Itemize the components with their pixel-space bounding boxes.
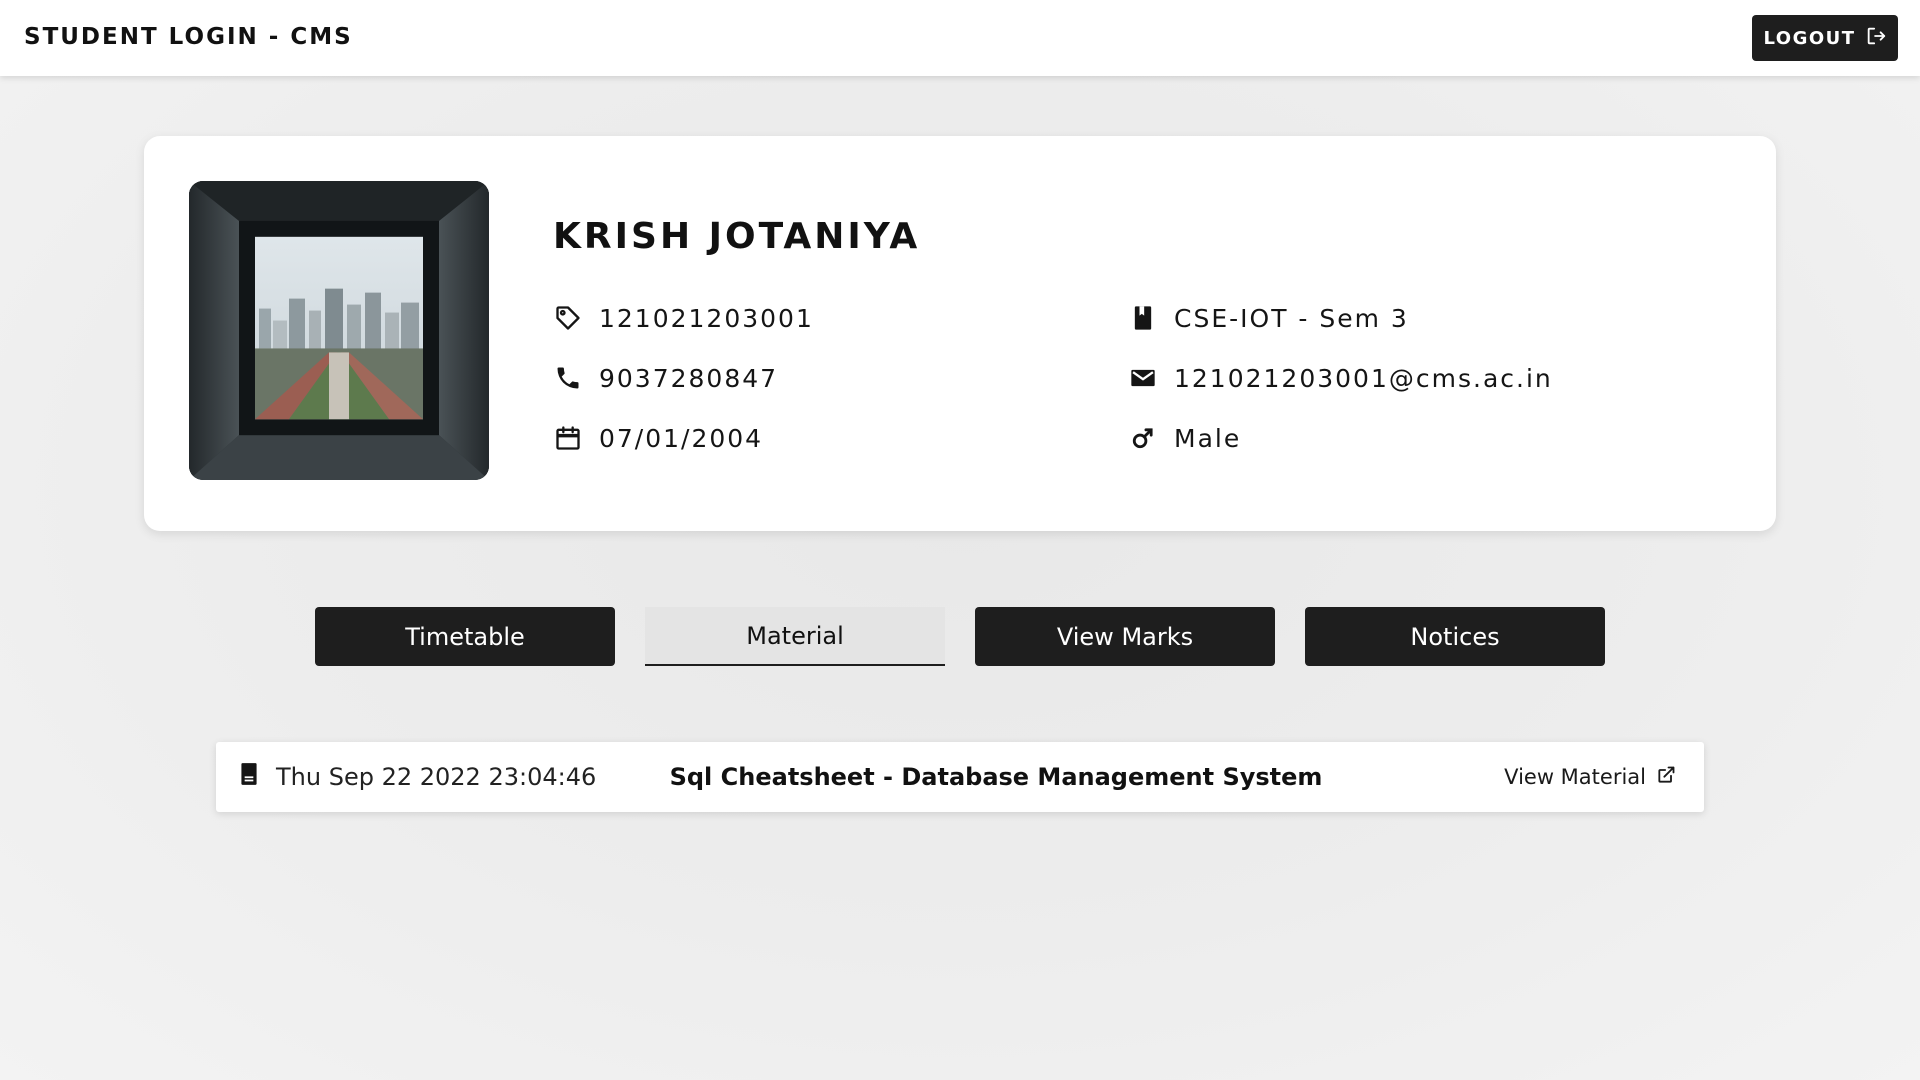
enrollment-number: 121021203001: [599, 303, 814, 333]
logout-icon: [1865, 25, 1887, 52]
branch-semester: CSE-IOT - Sem 3: [1174, 303, 1409, 333]
dob-info: 07/01/2004: [553, 421, 763, 455]
book-icon: [1128, 303, 1158, 333]
external-link-icon: [1656, 765, 1676, 790]
gender: Male: [1174, 423, 1242, 453]
profile-photo: [189, 181, 489, 480]
logout-label: LOGOUT: [1763, 27, 1856, 49]
view-material-link[interactable]: View Material: [1504, 742, 1676, 812]
tab-label: View Marks: [1056, 622, 1194, 651]
tab-notices[interactable]: Notices: [1305, 607, 1605, 666]
material-date-text: Thu Sep 22 2022 23:04:46: [276, 763, 597, 791]
tab-label: Material: [746, 621, 844, 650]
student-name: KRISH JOTANIYA: [553, 216, 921, 257]
male-icon: [1128, 423, 1158, 453]
email-info: 121021203001@cms.ac.in: [1128, 361, 1553, 395]
phone-number: 9037280847: [599, 363, 779, 393]
book-icon: [236, 761, 262, 793]
tab-material[interactable]: Material: [645, 607, 945, 666]
material-title: Sql Cheatsheet - Database Management Sys…: [669, 763, 1323, 791]
profile-card: KRISH JOTANIYA 121021203001 9037280847 0…: [144, 136, 1776, 531]
view-material-label: View Material: [1504, 765, 1646, 789]
tag-icon: [553, 303, 583, 333]
email-address: 121021203001@cms.ac.in: [1174, 363, 1553, 393]
tab-timetable[interactable]: Timetable: [315, 607, 615, 666]
tab-label: Notices: [1410, 622, 1500, 651]
logout-button[interactable]: LOGOUT: [1752, 15, 1898, 61]
calendar-icon: [553, 423, 583, 453]
mail-icon: [1128, 363, 1158, 393]
enrollment-info: 121021203001: [553, 301, 814, 335]
app-title: STUDENT LOGIN - CMS: [24, 24, 353, 50]
branch-info: CSE-IOT - Sem 3: [1128, 301, 1409, 335]
phone-icon: [553, 363, 583, 393]
material-date: Thu Sep 22 2022 23:04:46: [236, 742, 596, 812]
phone-info: 9037280847: [553, 361, 778, 395]
top-navbar: STUDENT LOGIN - CMS LOGOUT: [0, 0, 1920, 76]
date-of-birth: 07/01/2004: [599, 423, 764, 453]
gender-info: Male: [1128, 421, 1241, 455]
material-list-item: Thu Sep 22 2022 23:04:46 Sql Cheatsheet …: [216, 742, 1704, 812]
tab-label: Timetable: [405, 622, 525, 651]
tab-view-marks[interactable]: View Marks: [975, 607, 1275, 666]
